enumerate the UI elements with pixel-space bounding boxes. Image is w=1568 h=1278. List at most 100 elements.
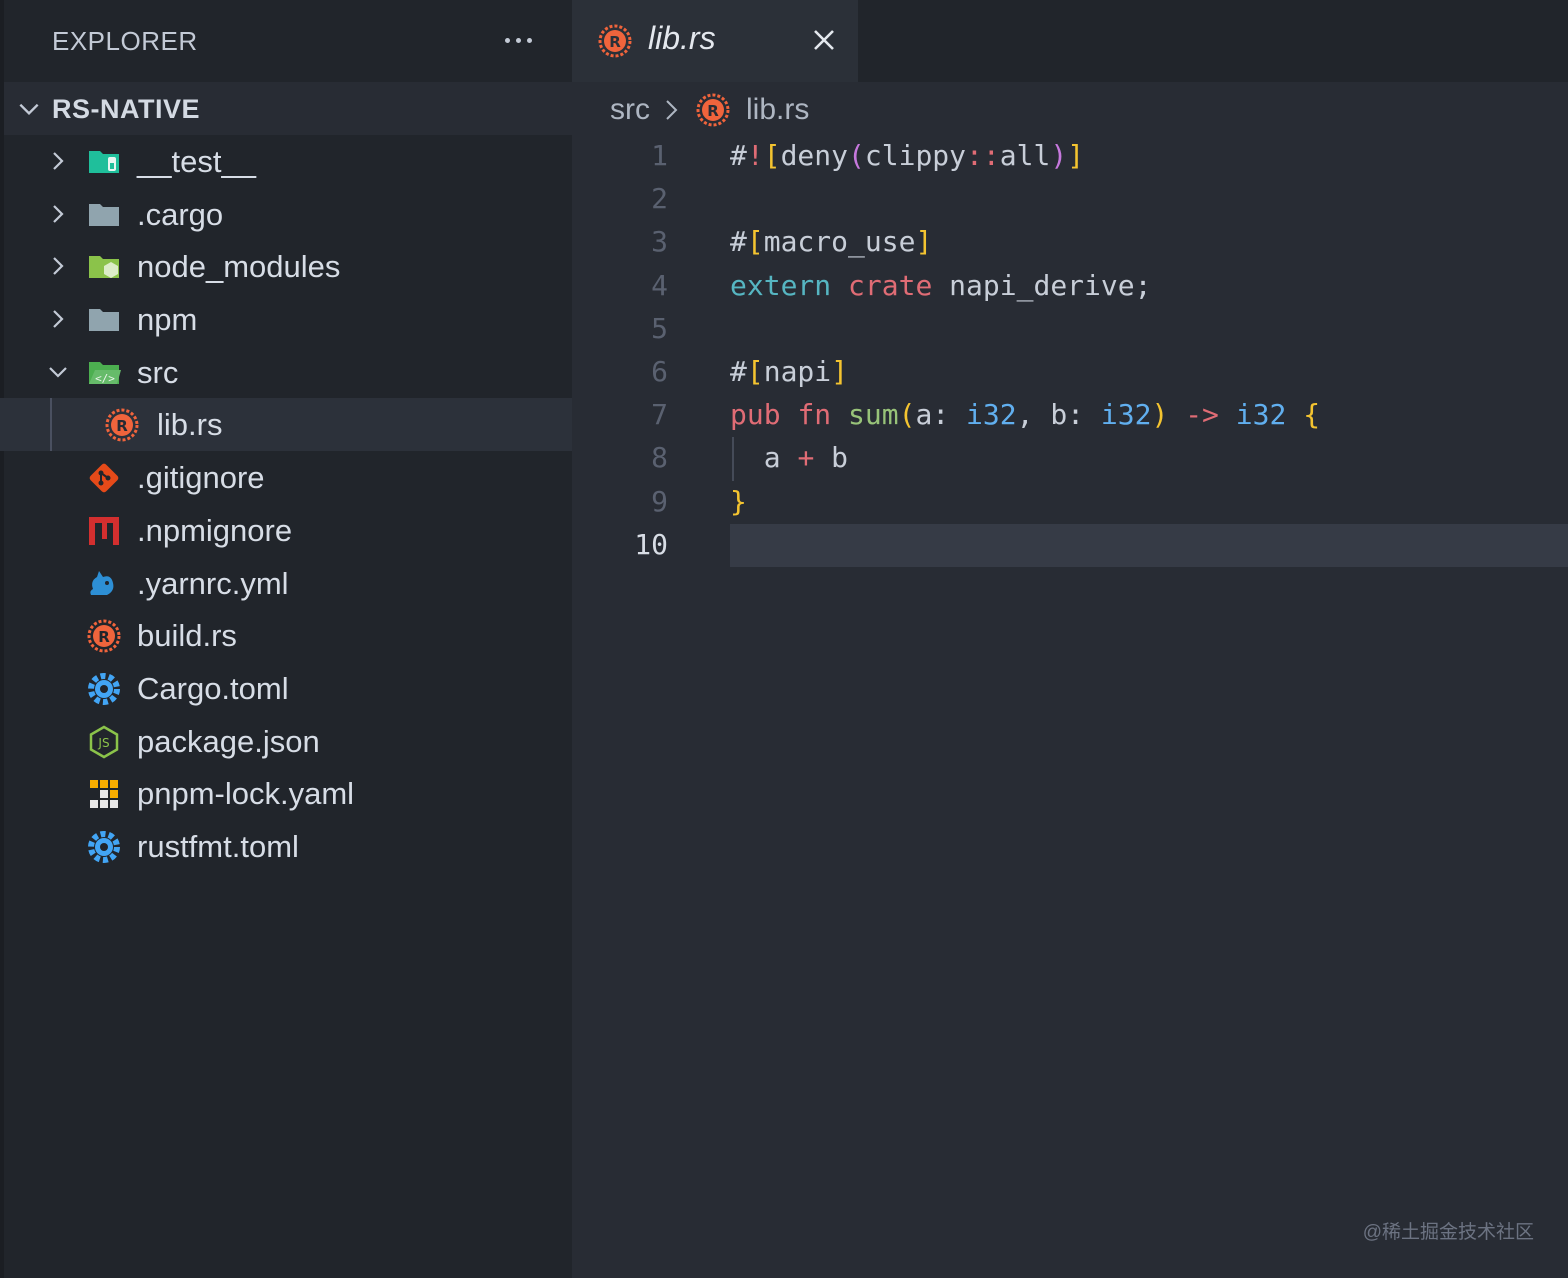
line-number: 9 xyxy=(651,484,668,518)
code-editor[interactable]: 1 #![deny(clippy::all)] 2 3 #[macro_use] 4 ext… xyxy=(572,135,1568,567)
tree-item-npm[interactable]: npm xyxy=(0,293,572,346)
code-token: ] xyxy=(1067,139,1085,172)
pnpm-icon xyxy=(90,780,118,809)
tree-item-label: package.json xyxy=(137,723,320,759)
explorer-header: EXPLORER xyxy=(0,0,572,82)
line-content: pub fn sum(a: i32, b: i32) -> i32 { xyxy=(730,398,1320,431)
chevron-right-icon xyxy=(53,152,64,170)
tree-item-node-modules[interactable]: node_modules xyxy=(0,240,572,293)
line-content: #[macro_use] xyxy=(730,225,932,258)
code-token: all xyxy=(999,139,1051,172)
tree-item-label: __test__ xyxy=(137,144,256,179)
tab-lib-rs[interactable]: R lib.rs xyxy=(572,0,858,82)
tree-item-yarnrc[interactable]: .yarnrc.yml xyxy=(0,557,572,610)
explorer-title: EXPLORER xyxy=(52,26,198,56)
code-token: ( xyxy=(898,398,916,432)
tree-item-test[interactable]: __test__ xyxy=(0,135,572,188)
code-token: ! xyxy=(746,139,764,172)
code-token: } xyxy=(730,484,747,518)
code-token: -> xyxy=(1185,398,1219,432)
breadcrumb-folder[interactable]: src xyxy=(610,93,650,127)
chevron-right-icon xyxy=(53,310,64,328)
rust-file-icon: R xyxy=(696,93,730,127)
svg-text:JS: JS xyxy=(97,736,109,750)
code-line[interactable]: 6 #[napi] xyxy=(572,351,1568,394)
node-folder-icon xyxy=(89,256,119,279)
code-token: ] xyxy=(915,225,933,259)
code-token: ) xyxy=(1050,139,1068,172)
code-line[interactable]: 5 xyxy=(572,308,1568,351)
code-token: [ xyxy=(746,354,764,388)
chevron-right-icon xyxy=(53,257,64,276)
tree-item-cargo[interactable]: .cargo xyxy=(0,188,572,241)
code-token: a: xyxy=(915,398,967,432)
code-line[interactable]: 9} xyxy=(572,481,1568,524)
code-token: pub xyxy=(730,398,781,432)
tree-item-label: .gitignore xyxy=(137,460,265,496)
code-line[interactable]: 7 pub fn sum(a: i32, b: i32) -> i32 { xyxy=(572,394,1568,437)
tree-item-pnpm-lock[interactable]: pnpm-lock.yaml xyxy=(0,767,572,820)
code-token: macro_use xyxy=(763,225,916,259)
more-actions-icon[interactable] xyxy=(498,20,538,60)
breadcrumb-file[interactable]: lib.rs xyxy=(746,93,809,127)
workspace-section-header[interactable]: RS-NATIVE xyxy=(4,82,572,135)
code-token: + xyxy=(797,441,815,475)
tree-item-package-json[interactable]: JS package.json xyxy=(0,715,572,768)
code-token: a xyxy=(730,441,798,475)
tab-bar: R lib.rs xyxy=(572,0,1568,82)
code-token: [ xyxy=(746,225,764,259)
git-icon xyxy=(89,463,119,493)
code-line[interactable]: 1 #![deny(clippy::all)] xyxy=(572,135,1568,178)
chevron-right-icon xyxy=(53,204,64,223)
line-number: 3 xyxy=(651,225,668,259)
code-token: crate xyxy=(848,268,933,302)
tree-item-label: build.rs xyxy=(137,618,237,654)
tree-item-label: src xyxy=(137,354,179,390)
code-token: napi_derive; xyxy=(932,268,1152,302)
code-token: ) xyxy=(1151,398,1169,432)
tree-item-label: lib.rs xyxy=(157,407,223,443)
code-line[interactable]: 10 xyxy=(572,523,1568,567)
chevron-down-icon xyxy=(49,366,67,378)
tree-item-label: node_modules xyxy=(137,249,341,285)
tree-item-rustfmt-toml[interactable]: rustfmt.toml xyxy=(0,820,572,873)
watermark: @稀土掘金技术社区 xyxy=(1362,1222,1534,1243)
chevron-right-icon xyxy=(666,100,678,120)
svg-text:</>: </> xyxy=(95,372,115,385)
line-number: 6 xyxy=(651,354,668,388)
gear-icon xyxy=(88,672,120,705)
code-token: clippy xyxy=(864,139,967,172)
tree-item-lib-rs[interactable]: R lib.rs xyxy=(0,398,572,452)
code-token: # xyxy=(730,139,747,172)
code-token: b xyxy=(814,441,849,475)
tree-item-npmignore[interactable]: .npmignore xyxy=(0,504,572,557)
line-number: 7 xyxy=(651,398,668,432)
line-number: 4 xyxy=(651,268,668,302)
gear-icon xyxy=(88,830,120,863)
code-token: , b: xyxy=(1016,398,1101,432)
code-token: ( xyxy=(848,139,865,172)
tree-item-label: .cargo xyxy=(137,196,224,232)
code-line[interactable]: 8 a + b xyxy=(572,437,1568,481)
line-number: 2 xyxy=(651,182,668,216)
tree-item-build-rs[interactable]: R build.rs xyxy=(0,609,572,662)
code-token: extern xyxy=(730,268,832,302)
tree-item-cargo-toml[interactable]: Cargo.toml xyxy=(0,662,572,715)
tree-item-gitignore[interactable]: .gitignore xyxy=(0,451,572,504)
code-line[interactable]: 3 #[macro_use] xyxy=(572,221,1568,264)
code-line[interactable]: 4 extern crate napi_derive; xyxy=(572,265,1568,308)
folder-icon xyxy=(89,203,119,226)
editor-area: R lib.rs src R lib.rs 1 #![deny(clippy::a… xyxy=(572,0,1568,1278)
tree-item-src[interactable]: </> src xyxy=(0,346,572,399)
close-icon[interactable] xyxy=(810,26,838,54)
nodejs-icon: JS xyxy=(89,725,119,759)
code-token: # xyxy=(730,225,747,259)
code-line[interactable]: 2 xyxy=(572,178,1568,221)
yarn-icon xyxy=(90,570,114,595)
code-token: [ xyxy=(763,139,781,172)
